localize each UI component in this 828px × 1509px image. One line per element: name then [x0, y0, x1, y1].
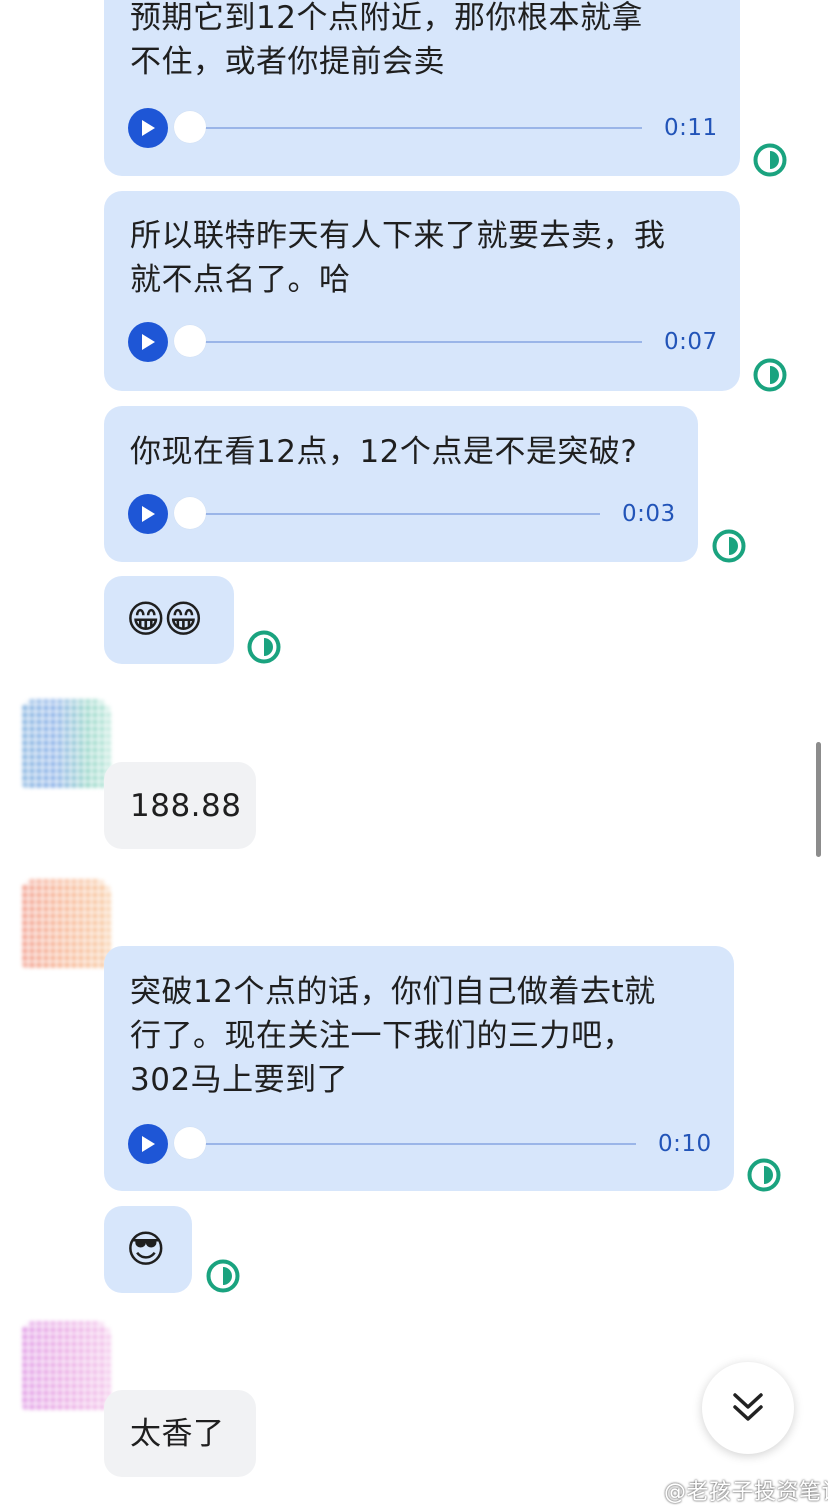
- voice-duration: 0:10: [658, 1131, 712, 1157]
- voice-duration: 0:11: [664, 115, 718, 141]
- watermark-text: @老孩子投资笔记: [664, 1480, 828, 1505]
- voice-progress-track[interactable]: [174, 325, 642, 357]
- voice-player[interactable]: 0:07: [128, 320, 718, 364]
- play-icon: [142, 334, 155, 350]
- read-status-icon: [753, 143, 787, 177]
- voice-player[interactable]: 0:10: [128, 1122, 712, 1166]
- progress-knob[interactable]: [174, 1127, 206, 1159]
- voice-duration: 0:03: [622, 501, 676, 527]
- voice-player[interactable]: 0:11: [128, 106, 718, 150]
- progress-knob[interactable]: [174, 325, 206, 357]
- play-icon: [142, 506, 155, 522]
- play-icon: [142, 120, 155, 136]
- read-status-icon: [247, 630, 281, 664]
- scrollbar[interactable]: [816, 742, 821, 857]
- message-text: 太香了: [130, 1416, 225, 1452]
- message-bubble[interactable]: 😁😁: [104, 576, 234, 664]
- voice-progress-track[interactable]: [174, 111, 642, 143]
- chevron-double-down-icon: [733, 1393, 763, 1421]
- message-bubble[interactable]: 你现在看12点，12个点是不是突破? 0:03: [104, 406, 698, 562]
- sender-avatar[interactable]: [20, 880, 110, 970]
- message-bubble[interactable]: 188.88: [104, 762, 256, 849]
- read-status-icon: [712, 529, 746, 563]
- voice-progress-track[interactable]: [174, 1127, 636, 1159]
- play-button[interactable]: [128, 1124, 168, 1164]
- play-button[interactable]: [128, 108, 168, 148]
- voice-player[interactable]: 0:03: [128, 492, 676, 536]
- message-text: 所以联特昨天有人下来了就要去卖，我 就不点名了。哈: [130, 218, 666, 298]
- message-bubble[interactable]: 所以联特昨天有人下来了就要去卖，我 就不点名了。哈 0:07: [104, 191, 740, 391]
- play-button[interactable]: [128, 494, 168, 534]
- read-status-icon: [753, 358, 787, 392]
- voice-duration: 0:07: [664, 329, 718, 355]
- watermark: @老孩子投资笔记: [640, 1474, 828, 1506]
- message-bubble[interactable]: 突破12个点的话，你们自己做着去t就 行了。现在关注一下我们的三力吧， 302马…: [104, 946, 734, 1191]
- read-status-icon: [206, 1259, 240, 1293]
- message-text: 预期它到12个点附近，那你根本就拿 不住，或者你提前会卖: [130, 0, 643, 80]
- sender-avatar[interactable]: [20, 1322, 110, 1412]
- message-text: 突破12个点的话，你们自己做着去t就 行了。现在关注一下我们的三力吧， 302马…: [130, 974, 656, 1098]
- voice-progress-track[interactable]: [174, 497, 600, 529]
- grinning-emoji: 😁😁: [126, 597, 203, 641]
- message-bubble[interactable]: 😎: [104, 1206, 192, 1293]
- read-status-icon: [747, 1158, 781, 1192]
- message-bubble[interactable]: 预期它到12个点附近，那你根本就拿 不住，或者你提前会卖 0:11: [104, 0, 740, 176]
- scroll-to-bottom-button[interactable]: [702, 1362, 794, 1454]
- weibo-logo-icon: [640, 1484, 661, 1501]
- play-icon: [142, 1136, 155, 1152]
- message-bubble[interactable]: 太香了: [104, 1390, 256, 1477]
- message-text: 你现在看12点，12个点是不是突破?: [130, 434, 638, 470]
- message-text: 188.88: [130, 788, 242, 824]
- sunglasses-emoji: 😎: [126, 1227, 167, 1271]
- progress-knob[interactable]: [174, 497, 206, 529]
- play-button[interactable]: [128, 322, 168, 362]
- sender-avatar[interactable]: [20, 700, 110, 790]
- progress-knob[interactable]: [174, 111, 206, 143]
